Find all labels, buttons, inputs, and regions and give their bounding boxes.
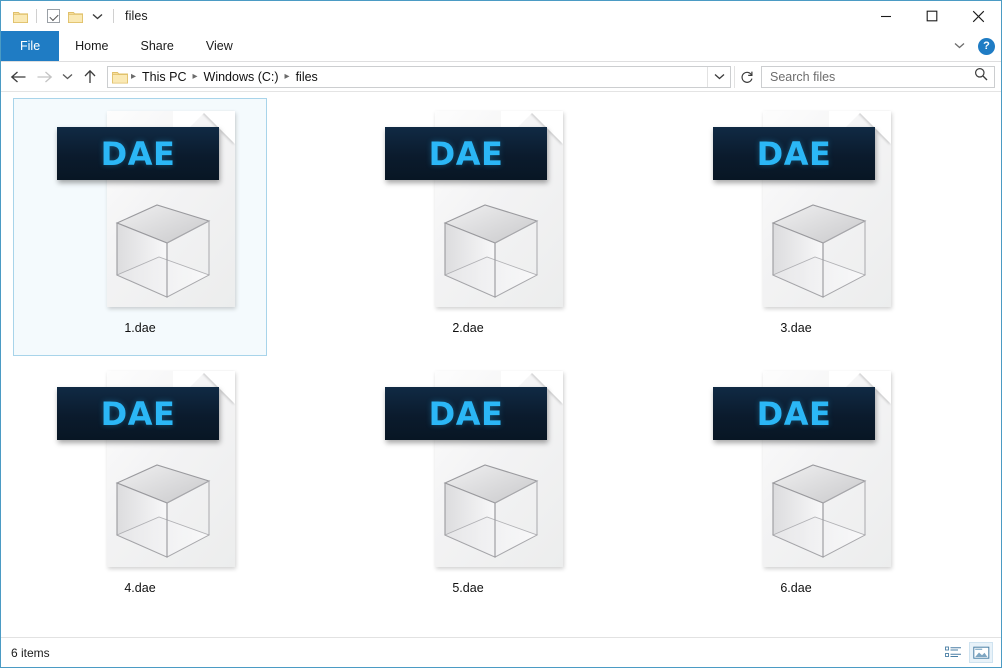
- tab-view[interactable]: View: [190, 31, 249, 61]
- dae-file-icon: DAE: [373, 365, 563, 577]
- file-name-label: 1.dae: [124, 321, 156, 335]
- dae-banner: DAE: [713, 127, 875, 180]
- cube-icon: [767, 201, 871, 305]
- dae-file-icon: DAE: [45, 365, 235, 577]
- file-grid: DAE 1.dae DAE 2.dae DAE 3.dae DAE 4.dae …: [1, 92, 1001, 618]
- file-item[interactable]: DAE 2.dae: [341, 98, 595, 356]
- forward-button[interactable]: [31, 64, 57, 90]
- large-icons-view-button[interactable]: [969, 642, 993, 663]
- maximize-button[interactable]: [909, 1, 955, 31]
- file-list-view[interactable]: DAE 1.dae DAE 2.dae DAE 3.dae DAE 4.dae …: [1, 92, 1001, 637]
- qat-divider-1: [36, 9, 37, 23]
- breadcrumb-item-files[interactable]: files: [291, 70, 323, 84]
- dae-banner-label: DAE: [428, 134, 504, 173]
- file-item[interactable]: DAE 4.dae: [13, 358, 267, 616]
- chevron-down-icon[interactable]: [950, 40, 968, 52]
- properties-icon[interactable]: [42, 5, 64, 27]
- window-title: files: [125, 9, 148, 23]
- view-switcher: [941, 642, 993, 663]
- dae-banner: DAE: [385, 387, 547, 440]
- ribbon-right-controls: ?: [950, 31, 995, 61]
- chevron-down-icon[interactable]: [707, 66, 730, 87]
- tab-home[interactable]: Home: [59, 31, 124, 61]
- window-controls: [863, 1, 1001, 31]
- dae-banner: DAE: [57, 387, 219, 440]
- dae-banner-label: DAE: [756, 394, 832, 433]
- address-bar: ▸ This PC ▸ Windows (C:) ▸ files: [1, 62, 1001, 92]
- new-folder-icon[interactable]: [64, 5, 86, 27]
- status-bar: 6 items: [1, 637, 1001, 667]
- cube-icon: [111, 201, 215, 305]
- dae-file-icon: DAE: [701, 365, 891, 577]
- file-name-label: 4.dae: [124, 581, 156, 595]
- file-name-label: 2.dae: [452, 321, 484, 335]
- search-box[interactable]: [761, 65, 995, 88]
- breadcrumb-separator: ▸: [131, 71, 137, 82]
- folder-icon[interactable]: [112, 70, 128, 84]
- qat-divider-2: [113, 9, 114, 23]
- refresh-icon[interactable]: [734, 65, 759, 88]
- chevron-down-icon[interactable]: [86, 5, 108, 27]
- file-name-label: 5.dae: [452, 581, 484, 595]
- cube-icon: [767, 461, 871, 565]
- close-button[interactable]: [955, 1, 1001, 31]
- dae-file-icon: DAE: [373, 105, 563, 317]
- item-count-label: 6 items: [11, 645, 50, 660]
- dae-banner: DAE: [385, 127, 547, 180]
- breadcrumb[interactable]: ▸ This PC ▸ Windows (C:) ▸ files: [107, 65, 731, 88]
- cube-icon: [111, 461, 215, 565]
- cube-icon: [439, 461, 543, 565]
- help-icon[interactable]: ?: [978, 37, 995, 55]
- explorer-window: files File Home Share View ? ▸ This PC ▸…: [0, 0, 1002, 668]
- file-name-label: 3.dae: [780, 321, 812, 335]
- search-input[interactable]: [770, 69, 974, 84]
- breadcrumb-separator: ▸: [284, 71, 290, 82]
- quick-access-toolbar: files: [1, 5, 148, 27]
- details-view-button[interactable]: [941, 642, 965, 663]
- dae-banner-label: DAE: [428, 394, 504, 433]
- back-button[interactable]: [5, 64, 31, 90]
- breadcrumb-item-windows-c[interactable]: Windows (C:): [199, 70, 284, 84]
- up-button[interactable]: [77, 64, 103, 90]
- file-name-label: 6.dae: [780, 581, 812, 595]
- breadcrumb-item-this-pc[interactable]: This PC: [137, 70, 191, 84]
- tab-share[interactable]: Share: [125, 31, 190, 61]
- recent-locations-button[interactable]: [57, 64, 77, 90]
- dae-file-icon: DAE: [701, 105, 891, 317]
- dae-file-icon: DAE: [45, 105, 235, 317]
- file-item[interactable]: DAE 3.dae: [669, 98, 923, 356]
- dae-banner-label: DAE: [100, 394, 176, 433]
- file-item[interactable]: DAE 6.dae: [669, 358, 923, 616]
- tab-file[interactable]: File: [1, 31, 60, 61]
- dae-banner: DAE: [57, 127, 219, 180]
- dae-banner-label: DAE: [756, 134, 832, 173]
- folder-icon[interactable]: [9, 5, 31, 27]
- breadcrumb-right: [707, 66, 730, 87]
- file-item[interactable]: DAE 1.dae: [13, 98, 267, 356]
- minimize-button[interactable]: [863, 1, 909, 31]
- breadcrumb-items: ▸ This PC ▸ Windows (C:) ▸ files: [112, 70, 707, 84]
- file-item[interactable]: DAE 5.dae: [341, 358, 595, 616]
- breadcrumb-separator: ▸: [192, 71, 198, 82]
- dae-banner: DAE: [713, 387, 875, 440]
- ribbon-tab-bar: File Home Share View ?: [1, 31, 1001, 62]
- title-bar: files: [1, 1, 1001, 31]
- dae-banner-label: DAE: [100, 134, 176, 173]
- cube-icon: [439, 201, 543, 305]
- search-icon[interactable]: [974, 67, 988, 86]
